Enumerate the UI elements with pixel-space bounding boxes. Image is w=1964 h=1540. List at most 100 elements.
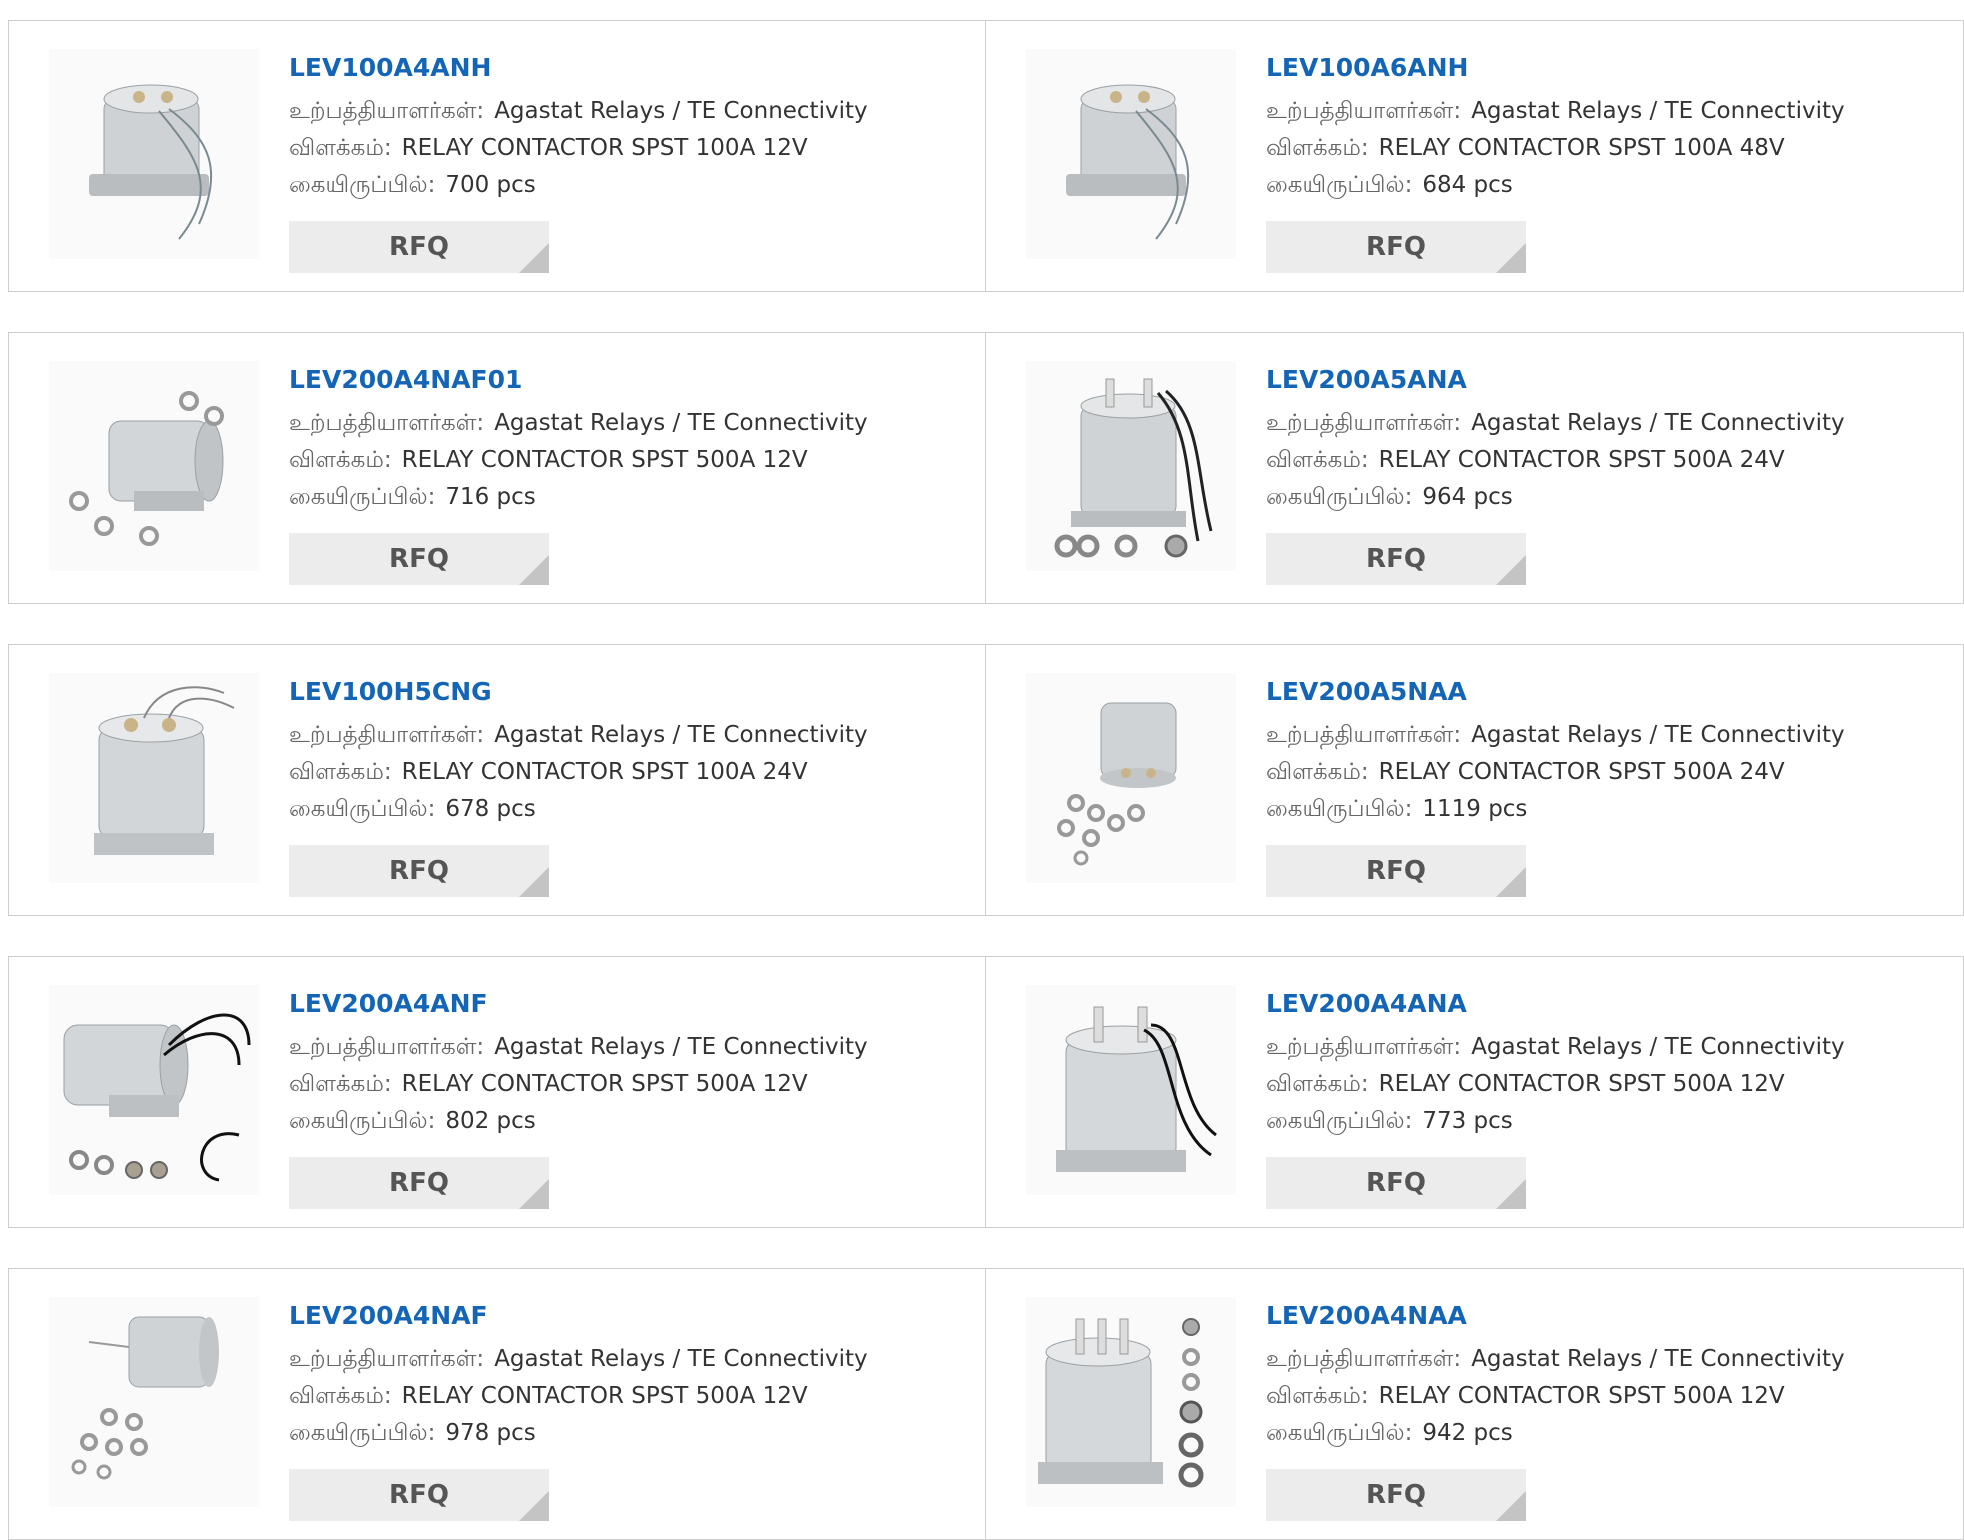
rfq-label: RFQ bbox=[389, 1168, 449, 1198]
manufacturer-label: உற்பத்தியாளர்கள்: bbox=[1266, 98, 1462, 124]
relay-contactor-image[interactable] bbox=[49, 361, 259, 571]
relay-contactor-image[interactable] bbox=[49, 985, 259, 1195]
description-value: RELAY CONTACTOR SPST 500A 12V bbox=[1378, 1383, 1785, 1409]
product-row: LEV200A4NAF உற்பத்தியாளர்கள்: Agastat Rel… bbox=[8, 1268, 1964, 1540]
description-line: விளக்கம்: RELAY CONTACTOR SPST 500A 12V bbox=[1266, 1378, 1953, 1415]
manufacturer-line: உற்பத்தியாளர்கள்: Agastat Relays / TE Con… bbox=[1266, 405, 1953, 442]
corner-triangle-icon bbox=[1496, 867, 1526, 897]
manufacturer-value: Agastat Relays / TE Connectivity bbox=[1471, 1034, 1845, 1060]
corner-triangle-icon bbox=[519, 1491, 549, 1521]
description-line: விளக்கம்: RELAY CONTACTOR SPST 100A 12V bbox=[289, 130, 975, 167]
relay-contactor-icon bbox=[63, 1013, 251, 1182]
part-number-link[interactable]: LEV200A4ANA bbox=[1266, 987, 1953, 1021]
manufacturer-label: உற்பத்தியாளர்கள்: bbox=[289, 410, 485, 436]
manufacturer-line: உற்பத்தியாளர்கள்: Agastat Relays / TE Con… bbox=[289, 1341, 975, 1378]
description-line: விளக்கம்: RELAY CONTACTOR SPST 100A 48V bbox=[1266, 130, 1953, 167]
relay-contactor-image[interactable] bbox=[1026, 49, 1236, 259]
relay-contactor-image[interactable] bbox=[49, 673, 259, 883]
product-card: LEV100H5CNG உற்பத்தியாளர்கள்: Agastat Rel… bbox=[8, 644, 986, 916]
part-number-link[interactable]: LEV200A5NAA bbox=[1266, 675, 1953, 709]
rfq-button[interactable]: RFQ bbox=[1266, 221, 1526, 273]
rfq-button[interactable]: RFQ bbox=[1266, 1157, 1526, 1209]
relay-contactor-image[interactable] bbox=[1026, 985, 1236, 1195]
part-number-link[interactable]: LEV200A4NAA bbox=[1266, 1299, 1953, 1333]
description-line: விளக்கம்: RELAY CONTACTOR SPST 500A 12V bbox=[1266, 1066, 1953, 1103]
description-value: RELAY CONTACTOR SPST 500A 12V bbox=[401, 447, 808, 473]
description-label: விளக்கம்: bbox=[1266, 1071, 1369, 1097]
manufacturer-line: உற்பத்தியாளர்கள்: Agastat Relays / TE Con… bbox=[289, 405, 975, 442]
product-card: LEV200A4NAA உற்பத்தியாளர்கள்: Agastat Rel… bbox=[986, 1268, 1964, 1540]
manufacturer-value: Agastat Relays / TE Connectivity bbox=[494, 1346, 868, 1372]
relay-contactor-image[interactable] bbox=[1026, 673, 1236, 883]
rfq-button[interactable]: RFQ bbox=[289, 533, 549, 585]
rfq-button[interactable]: RFQ bbox=[1266, 533, 1526, 585]
description-value: RELAY CONTACTOR SPST 100A 48V bbox=[1378, 135, 1785, 161]
rfq-button[interactable]: RFQ bbox=[289, 1157, 549, 1209]
relay-contactor-icon bbox=[69, 391, 224, 546]
part-number-link[interactable]: LEV200A4NAF bbox=[289, 1299, 975, 1333]
description-line: விளக்கம்: RELAY CONTACTOR SPST 500A 12V bbox=[289, 442, 975, 479]
manufacturer-label: உற்பத்தியாளர்கள்: bbox=[1266, 722, 1462, 748]
product-card: LEV200A4ANA உற்பத்தியாளர்கள்: Agastat Rel… bbox=[986, 956, 1964, 1228]
description-label: விளக்கம்: bbox=[289, 1383, 392, 1409]
part-number-link[interactable]: LEV200A4ANF bbox=[289, 987, 975, 1021]
part-number-link[interactable]: LEV100A6ANH bbox=[1266, 51, 1953, 85]
stock-value: 678 pcs bbox=[445, 796, 536, 822]
rfq-label: RFQ bbox=[389, 1480, 449, 1510]
rfq-label: RFQ bbox=[1366, 856, 1426, 886]
manufacturer-value: Agastat Relays / TE Connectivity bbox=[494, 98, 868, 124]
relay-contactor-icon bbox=[1056, 1006, 1217, 1172]
manufacturer-value: Agastat Relays / TE Connectivity bbox=[1471, 410, 1845, 436]
rfq-label: RFQ bbox=[1366, 544, 1426, 574]
stock-line: கையிருப்பில்: 716 pcs bbox=[289, 479, 975, 516]
manufacturer-line: உற்பத்தியாளர்கள்: Agastat Relays / TE Con… bbox=[289, 1029, 975, 1066]
stock-value: 773 pcs bbox=[1422, 1108, 1513, 1134]
relay-contactor-icon bbox=[1066, 84, 1190, 240]
corner-triangle-icon bbox=[519, 1179, 549, 1209]
manufacturer-line: உற்பத்தியாளர்கள்: Agastat Relays / TE Con… bbox=[1266, 1341, 1953, 1378]
manufacturer-value: Agastat Relays / TE Connectivity bbox=[1471, 98, 1845, 124]
rfq-label: RFQ bbox=[389, 232, 449, 262]
description-line: விளக்கம்: RELAY CONTACTOR SPST 500A 24V bbox=[1266, 442, 1953, 479]
description-line: விளக்கம்: RELAY CONTACTOR SPST 500A 12V bbox=[289, 1066, 975, 1103]
part-number-link[interactable]: LEV100H5CNG bbox=[289, 675, 975, 709]
stock-value: 700 pcs bbox=[445, 172, 536, 198]
relay-contactor-image[interactable] bbox=[1026, 361, 1236, 571]
stock-line: கையிருப்பில்: 942 pcs bbox=[1266, 1415, 1953, 1452]
manufacturer-label: உற்பத்தியாளர்கள்: bbox=[1266, 1346, 1462, 1372]
rfq-button[interactable]: RFQ bbox=[289, 1469, 549, 1521]
rfq-button[interactable]: RFQ bbox=[1266, 1469, 1526, 1521]
manufacturer-label: உற்பத்தியாளர்கள்: bbox=[1266, 1034, 1462, 1060]
description-value: RELAY CONTACTOR SPST 500A 24V bbox=[1378, 447, 1785, 473]
product-card: LEV200A4ANF உற்பத்தியாளர்கள்: Agastat Rel… bbox=[8, 956, 986, 1228]
part-number-link[interactable]: LEV200A5ANA bbox=[1266, 363, 1953, 397]
stock-label: கையிருப்பில்: bbox=[289, 172, 436, 198]
description-label: விளக்கம்: bbox=[289, 447, 392, 473]
description-value: RELAY CONTACTOR SPST 100A 24V bbox=[401, 759, 808, 785]
relay-contactor-icon bbox=[1057, 702, 1177, 866]
description-label: விளக்கம்: bbox=[1266, 447, 1369, 473]
rfq-button[interactable]: RFQ bbox=[289, 845, 549, 897]
stock-value: 802 pcs bbox=[445, 1108, 536, 1134]
stock-label: கையிருப்பில்: bbox=[1266, 484, 1413, 510]
stock-value: 684 pcs bbox=[1422, 172, 1513, 198]
stock-line: கையிருப்பில்: 684 pcs bbox=[1266, 167, 1953, 204]
description-value: RELAY CONTACTOR SPST 500A 24V bbox=[1378, 759, 1785, 785]
relay-contactor-image[interactable] bbox=[49, 49, 259, 259]
rfq-button[interactable]: RFQ bbox=[1266, 845, 1526, 897]
stock-value: 964 pcs bbox=[1422, 484, 1513, 510]
description-line: விளக்கம்: RELAY CONTACTOR SPST 100A 24V bbox=[289, 754, 975, 791]
corner-triangle-icon bbox=[1496, 243, 1526, 273]
corner-triangle-icon bbox=[1496, 555, 1526, 585]
rfq-label: RFQ bbox=[1366, 232, 1426, 262]
description-value: RELAY CONTACTOR SPST 500A 12V bbox=[1378, 1071, 1785, 1097]
stock-line: கையிருப்பில்: 700 pcs bbox=[289, 167, 975, 204]
relay-contactor-image[interactable] bbox=[1026, 1297, 1236, 1507]
part-number-link[interactable]: LEV200A4NAF01 bbox=[289, 363, 975, 397]
stock-line: கையிருப்பில்: 678 pcs bbox=[289, 791, 975, 828]
stock-label: கையிருப்பில்: bbox=[1266, 1108, 1413, 1134]
relay-contactor-image[interactable] bbox=[49, 1297, 259, 1507]
product-row: LEV100A4ANH உற்பத்தியாளர்கள்: Agastat Rel… bbox=[8, 20, 1964, 292]
rfq-button[interactable]: RFQ bbox=[289, 221, 549, 273]
part-number-link[interactable]: LEV100A4ANH bbox=[289, 51, 975, 85]
